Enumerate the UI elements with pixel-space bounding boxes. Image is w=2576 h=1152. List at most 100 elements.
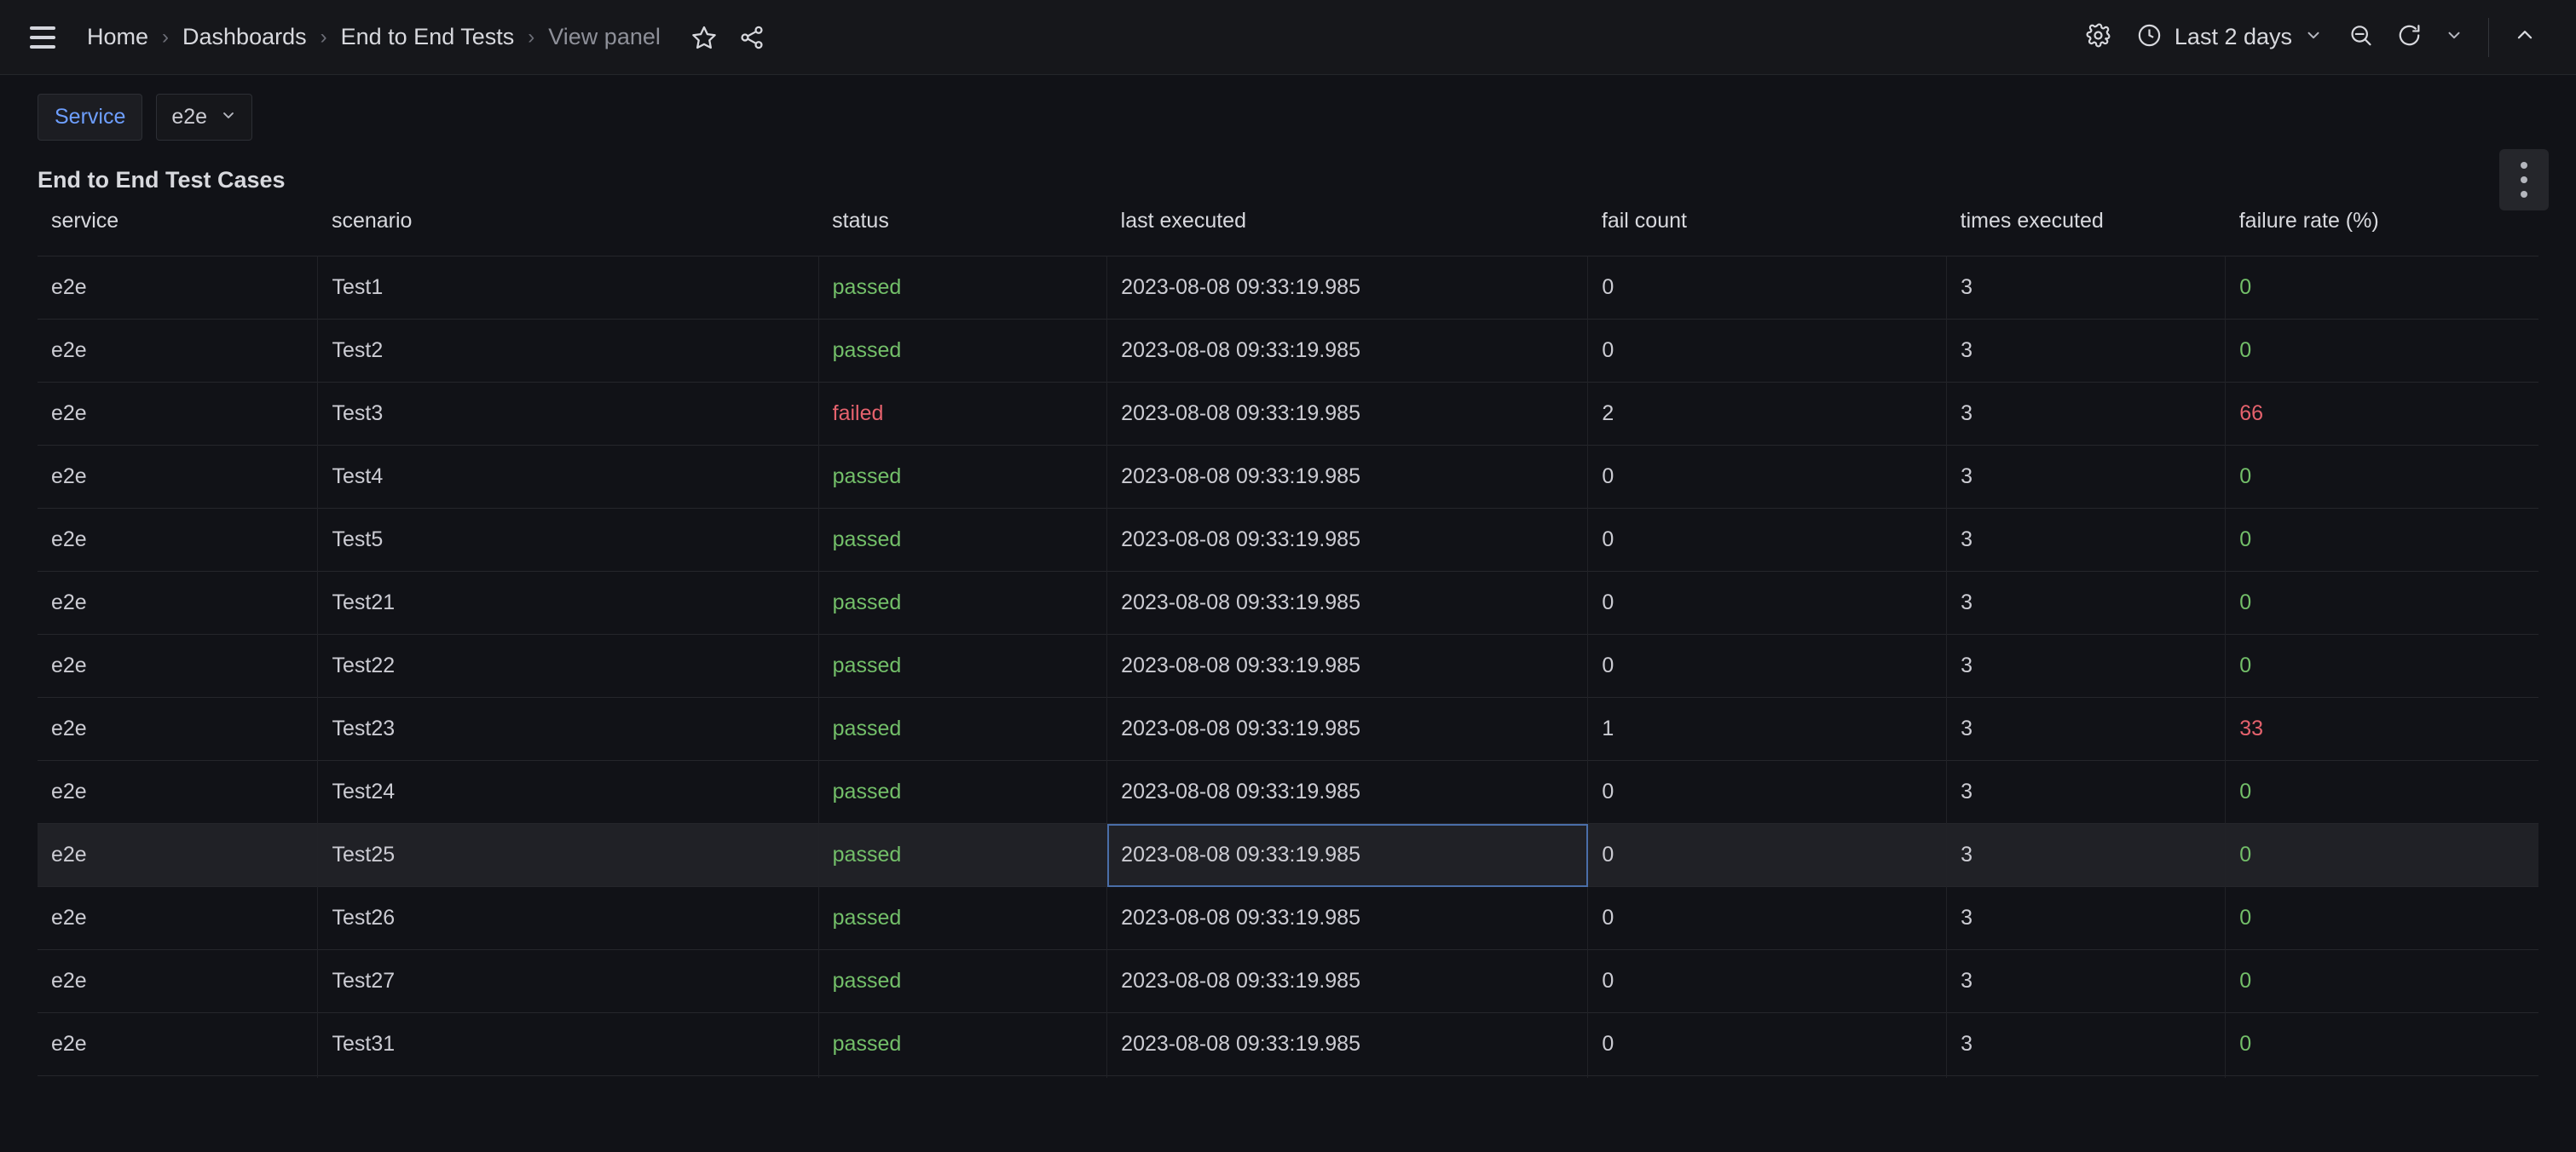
cell-status[interactable]: passed — [818, 635, 1107, 698]
column-header-last-executed[interactable]: last executed — [1107, 209, 1588, 256]
cell-fail-count[interactable]: 0 — [1588, 509, 1947, 572]
cell-failure-rate[interactable]: 0 — [2226, 887, 2538, 950]
cell-scenario[interactable]: Test23 — [318, 698, 818, 761]
cell-failure-rate[interactable]: 0 — [2226, 446, 2538, 509]
table-scroll-region[interactable]: service scenario status last executed fa… — [38, 204, 2538, 1078]
table-row[interactable]: e2eTest24passed2023-08-08 09:33:19.98503… — [38, 761, 2538, 824]
cell-last-executed[interactable]: 2023-08-08 09:33:19.985 — [1107, 383, 1588, 446]
breadcrumb-item-home[interactable]: Home — [85, 24, 150, 50]
cell-last-executed[interactable]: 2023-08-08 09:33:19.985 — [1107, 824, 1588, 887]
zoom-out-time-range-button[interactable] — [2336, 14, 2385, 60]
column-header-status[interactable]: status — [818, 209, 1107, 256]
breadcrumb-item-end-to-end-tests[interactable]: End to End Tests — [339, 24, 517, 50]
table-row[interactable]: e2eTest31passed2023-08-08 09:33:19.98503… — [38, 1013, 2538, 1076]
cell-times-executed[interactable]: 3 — [1947, 824, 2226, 887]
table-row[interactable]: e2eTest5passed2023-08-08 09:33:19.985030 — [38, 509, 2538, 572]
cell-times-executed[interactable]: 3 — [1947, 950, 2226, 1013]
cell-service[interactable]: e2e — [38, 698, 318, 761]
cell-service[interactable]: e2e — [38, 761, 318, 824]
cell-last-executed[interactable]: 2023-08-08 09:33:19.985 — [1107, 698, 1588, 761]
cell-scenario[interactable]: Test1 — [318, 256, 818, 320]
cell-scenario[interactable]: Test26 — [318, 887, 818, 950]
cell-failure-rate[interactable]: 33 — [2226, 698, 2538, 761]
refresh-dashboard-button[interactable] — [2385, 14, 2434, 60]
variable-label-service[interactable]: Service — [38, 94, 142, 141]
cell-fail-count[interactable]: 0 — [1588, 635, 1947, 698]
cell-failure-rate[interactable]: 0 — [2226, 761, 2538, 824]
cell-service[interactable]: e2e — [38, 383, 318, 446]
cell-service[interactable]: e2e — [38, 1013, 318, 1076]
cell-last-executed[interactable]: 2023-08-08 09:33:19.985 — [1107, 887, 1588, 950]
cell-last-executed[interactable]: 2023-08-08 09:33:19.985 — [1107, 572, 1588, 635]
cell-status[interactable]: passed — [818, 950, 1107, 1013]
cell-service[interactable]: e2e — [38, 887, 318, 950]
cell-failure-rate[interactable]: 0 — [2226, 824, 2538, 887]
table-row[interactable]: e2eTest21passed2023-08-08 09:33:19.98503… — [38, 572, 2538, 635]
cell-scenario[interactable]: Test21 — [318, 572, 818, 635]
dashboard-settings-button[interactable] — [2074, 14, 2123, 60]
cell-scenario[interactable]: Test27 — [318, 950, 818, 1013]
cell-fail-count[interactable]: 0 — [1588, 446, 1947, 509]
cell-status[interactable]: passed — [818, 698, 1107, 761]
cell-times-executed[interactable]: 3 — [1947, 1013, 2226, 1076]
table-row[interactable]: e2eTest27passed2023-08-08 09:33:19.98503… — [38, 950, 2538, 1013]
cell-status[interactable]: passed — [818, 572, 1107, 635]
cell-last-executed[interactable]: 2023-08-08 09:33:19.985 — [1107, 509, 1588, 572]
cell-status[interactable]: passed — [818, 256, 1107, 320]
cell-times-executed[interactable]: 3 — [1947, 320, 2226, 383]
cell-failure-rate[interactable]: 66 — [2226, 383, 2538, 446]
table-row[interactable]: e2eTest26passed2023-08-08 09:33:19.98503… — [38, 887, 2538, 950]
cell-fail-count[interactable]: 0 — [1588, 256, 1947, 320]
cell-failure-rate[interactable]: 0 — [2226, 320, 2538, 383]
cell-status[interactable]: passed — [818, 320, 1107, 383]
cell-fail-count[interactable]: 2 — [1588, 383, 1947, 446]
panel-menu-icon[interactable] — [2499, 149, 2549, 210]
cell-times-executed[interactable]: 3 — [1947, 572, 2226, 635]
cell-service[interactable]: e2e — [38, 256, 318, 320]
cell-fail-count[interactable]: 0 — [1588, 572, 1947, 635]
column-header-fail-count[interactable]: fail count — [1588, 209, 1947, 256]
cell-failure-rate[interactable]: 0 — [2226, 509, 2538, 572]
cell-scenario[interactable]: Test24 — [318, 761, 818, 824]
cell-failure-rate[interactable]: 0 — [2226, 950, 2538, 1013]
time-range-picker[interactable]: Last 2 days — [2123, 14, 2336, 60]
cell-status[interactable]: passed — [818, 446, 1107, 509]
cell-service[interactable]: e2e — [38, 509, 318, 572]
cell-status[interactable]: passed — [818, 1076, 1107, 1079]
cell-status[interactable]: failed — [818, 383, 1107, 446]
column-header-scenario[interactable]: scenario — [318, 209, 818, 256]
cell-times-executed[interactable]: 3 — [1947, 256, 2226, 320]
cell-times-executed[interactable]: 3 — [1947, 698, 2226, 761]
cell-failure-rate[interactable]: 0 — [2226, 256, 2538, 320]
cell-failure-rate[interactable]: 33 — [2226, 1076, 2538, 1079]
table-row[interactable]: e2eTest32passed2023-08-08 09:33:19.98513… — [38, 1076, 2538, 1079]
cell-failure-rate[interactable]: 0 — [2226, 1013, 2538, 1076]
cell-last-executed[interactable]: 2023-08-08 09:33:19.985 — [1107, 1013, 1588, 1076]
column-header-times-executed[interactable]: times executed — [1947, 209, 2226, 256]
cell-fail-count[interactable]: 0 — [1588, 887, 1947, 950]
table-row[interactable]: e2eTest2passed2023-08-08 09:33:19.985030 — [38, 320, 2538, 383]
cell-scenario[interactable]: Test25 — [318, 824, 818, 887]
breadcrumb-item-dashboards[interactable]: Dashboards — [181, 24, 309, 50]
cell-scenario[interactable]: Test4 — [318, 446, 818, 509]
cell-fail-count[interactable]: 0 — [1588, 824, 1947, 887]
column-header-service[interactable]: service — [38, 209, 318, 256]
cell-fail-count[interactable]: 1 — [1588, 1076, 1947, 1079]
table-row[interactable]: e2eTest23passed2023-08-08 09:33:19.98513… — [38, 698, 2538, 761]
cell-status[interactable]: passed — [818, 761, 1107, 824]
table-row[interactable]: e2eTest1passed2023-08-08 09:33:19.985030 — [38, 256, 2538, 320]
table-row[interactable]: e2eTest4passed2023-08-08 09:33:19.985030 — [38, 446, 2538, 509]
hamburger-menu-icon[interactable] — [24, 19, 61, 56]
variable-value-picker-service[interactable]: e2e — [156, 94, 252, 141]
cell-last-executed[interactable]: 2023-08-08 09:33:19.985 — [1107, 320, 1588, 383]
table-row[interactable]: e2eTest25passed2023-08-08 09:33:19.98503… — [38, 824, 2538, 887]
cell-fail-count[interactable]: 0 — [1588, 761, 1947, 824]
cell-fail-count[interactable]: 0 — [1588, 1013, 1947, 1076]
cell-service[interactable]: e2e — [38, 446, 318, 509]
cell-last-executed[interactable]: 2023-08-08 09:33:19.985 — [1107, 761, 1588, 824]
cell-last-executed[interactable]: 2023-08-08 09:33:19.985 — [1107, 635, 1588, 698]
cell-status[interactable]: passed — [818, 887, 1107, 950]
cell-last-executed[interactable]: 2023-08-08 09:33:19.985 — [1107, 256, 1588, 320]
cell-failure-rate[interactable]: 0 — [2226, 572, 2538, 635]
cell-last-executed[interactable]: 2023-08-08 09:33:19.985 — [1107, 1076, 1588, 1079]
